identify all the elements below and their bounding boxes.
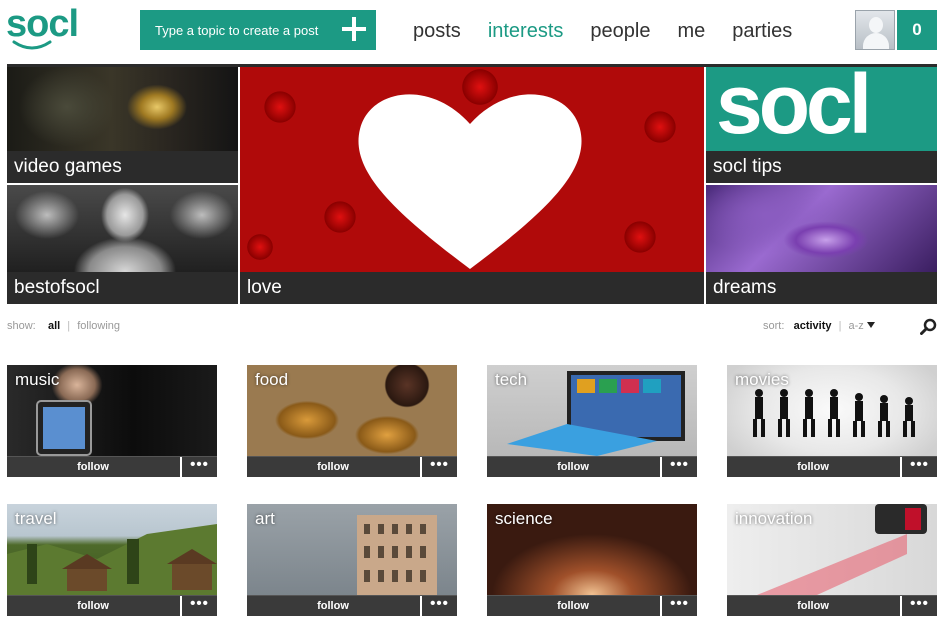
- main-nav: posts interests people me parties: [413, 20, 819, 43]
- card-action-bar: follow •••: [487, 595, 697, 616]
- hero-caption: love: [240, 272, 704, 304]
- show-all-option[interactable]: all: [48, 320, 60, 332]
- follow-button[interactable]: follow: [247, 596, 419, 616]
- more-icon[interactable]: •••: [420, 596, 457, 616]
- show-following-option[interactable]: following: [77, 320, 120, 332]
- hero-caption: bestofsocl: [7, 272, 238, 304]
- dreams-image: [706, 185, 937, 272]
- dancers-icon: [753, 389, 915, 437]
- interest-card-art: art follow •••: [247, 504, 457, 616]
- bestofsocl-image: [7, 185, 238, 272]
- interest-card-travel: travel follow •••: [7, 504, 217, 616]
- heart-icon: [358, 94, 582, 270]
- sort-activity-option[interactable]: activity: [794, 320, 832, 332]
- nav-people[interactable]: people: [590, 20, 650, 43]
- filter-separator: |: [838, 320, 842, 332]
- hero-tile-socl-tips[interactable]: socl socl tips: [706, 67, 937, 183]
- tower-icon: [357, 515, 437, 595]
- interest-card-science: science follow •••: [487, 504, 697, 616]
- interest-name[interactable]: art: [255, 509, 275, 529]
- create-post-label: Type a topic to create a post: [155, 22, 319, 38]
- video-games-image: [7, 67, 238, 151]
- interest-name[interactable]: science: [495, 509, 553, 529]
- filter-separator: |: [67, 320, 71, 332]
- show-label: show:: [7, 320, 36, 332]
- interest-name[interactable]: music: [15, 370, 59, 390]
- sort-filter: sort: activity | a-z: [763, 320, 875, 332]
- nav-me[interactable]: me: [677, 20, 705, 43]
- hero-tile-bestofsocl[interactable]: bestofsocl: [7, 185, 238, 304]
- more-icon[interactable]: •••: [420, 457, 457, 477]
- card-action-bar: follow •••: [247, 595, 457, 616]
- interest-card-innovation: innovation follow •••: [727, 504, 937, 616]
- logo-smile-icon: [12, 40, 52, 50]
- interest-card-music: music follow •••: [7, 365, 217, 477]
- nav-posts[interactable]: posts: [413, 20, 461, 43]
- hero-caption: dreams: [706, 272, 937, 304]
- avatar-head: [869, 17, 883, 33]
- hero-tile-love[interactable]: love: [240, 67, 704, 304]
- notification-count-badge[interactable]: 0: [897, 10, 937, 50]
- more-icon[interactable]: •••: [180, 596, 217, 616]
- card-action-bar: follow •••: [487, 456, 697, 477]
- create-post-button[interactable]: Type a topic to create a post: [140, 10, 376, 50]
- tablet-icon: [507, 371, 685, 456]
- socl-tips-logo: socl: [716, 67, 872, 151]
- interest-name[interactable]: movies: [735, 370, 789, 390]
- interest-name[interactable]: tech: [495, 370, 527, 390]
- interest-card-tech: tech follow •••: [487, 365, 697, 477]
- card-action-bar: follow •••: [7, 456, 217, 477]
- hero-tile-video-games[interactable]: video games: [7, 67, 238, 183]
- art-image[interactable]: [247, 504, 457, 595]
- more-icon[interactable]: •••: [900, 457, 937, 477]
- interest-card-food: food follow •••: [247, 365, 457, 477]
- socl-tips-image: socl: [706, 67, 937, 151]
- nav-parties[interactable]: parties: [732, 20, 792, 43]
- more-icon[interactable]: •••: [180, 457, 217, 477]
- nav-interests[interactable]: interests: [488, 20, 564, 43]
- follow-button[interactable]: follow: [487, 596, 659, 616]
- hero-tile-dreams[interactable]: dreams: [706, 185, 937, 304]
- show-filter: show: all | following: [7, 320, 120, 332]
- ipad-icon: [36, 400, 92, 456]
- interest-name[interactable]: innovation: [735, 509, 813, 529]
- follow-button[interactable]: follow: [247, 457, 419, 477]
- chalets-icon: [7, 524, 217, 595]
- hero-caption: video games: [7, 151, 238, 183]
- follow-button[interactable]: follow: [7, 457, 179, 477]
- follow-button[interactable]: follow: [727, 596, 899, 616]
- plus-icon: [342, 17, 366, 41]
- logo-text: socl: [6, 3, 79, 45]
- card-action-bar: follow •••: [247, 456, 457, 477]
- interest-name[interactable]: travel: [15, 509, 57, 529]
- sort-dropdown-icon[interactable]: [866, 322, 875, 328]
- interest-name[interactable]: food: [255, 370, 288, 390]
- sort-az-option[interactable]: a-z: [848, 320, 863, 332]
- card-action-bar: follow •••: [727, 456, 937, 477]
- follow-button[interactable]: follow: [487, 457, 659, 477]
- more-icon[interactable]: •••: [660, 457, 697, 477]
- socl-logo[interactable]: socl: [6, 3, 81, 52]
- more-icon[interactable]: •••: [660, 596, 697, 616]
- card-action-bar: follow •••: [7, 595, 217, 616]
- card-action-bar: follow •••: [727, 595, 937, 616]
- search-icon[interactable]: [920, 318, 937, 335]
- avatar-body: [863, 33, 889, 49]
- follow-button[interactable]: follow: [7, 596, 179, 616]
- header: socl Type a topic to create a post posts…: [0, 0, 942, 64]
- hero-caption: socl tips: [706, 151, 937, 183]
- interest-card-movies: movies follow •••: [727, 365, 937, 477]
- follow-button[interactable]: follow: [727, 457, 899, 477]
- avatar-icon[interactable]: [855, 10, 895, 50]
- sort-label: sort:: [763, 320, 785, 332]
- more-icon[interactable]: •••: [900, 596, 937, 616]
